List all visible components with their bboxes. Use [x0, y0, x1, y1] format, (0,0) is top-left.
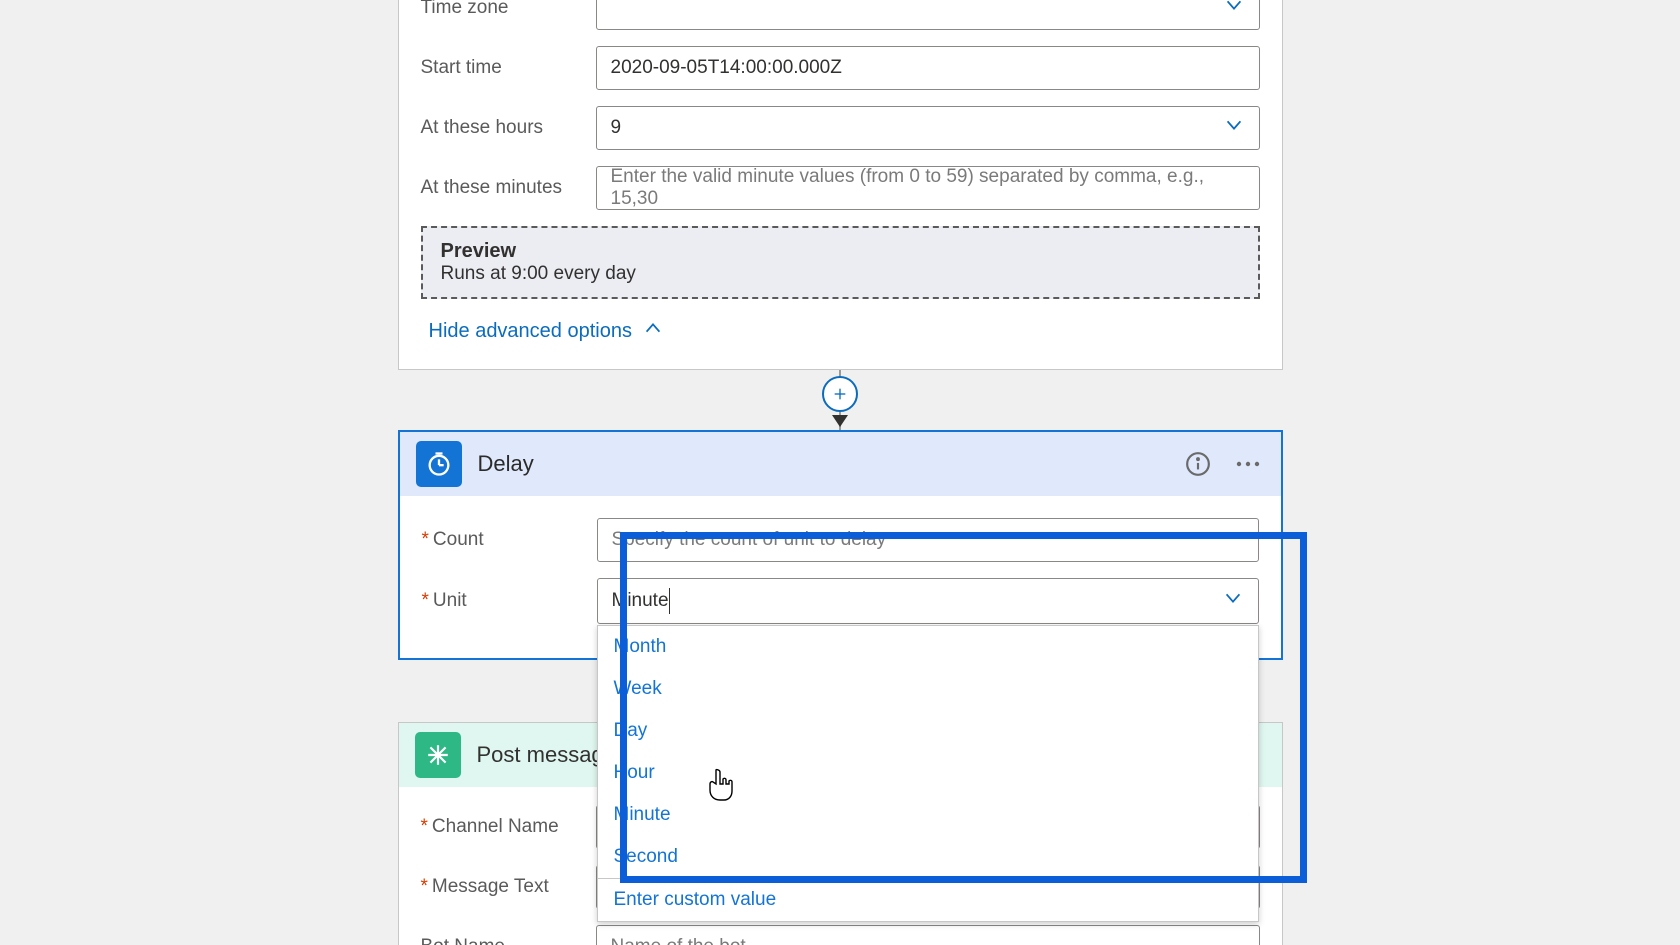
unit-label: Unit	[422, 590, 597, 612]
botname-label: Bot Name	[421, 936, 596, 945]
arrow-down-icon	[828, 413, 852, 434]
add-step-button[interactable]	[822, 376, 858, 412]
hide-advanced-link[interactable]: Hide advanced options	[399, 299, 1282, 345]
chevron-down-icon	[1223, 114, 1245, 142]
starttime-label: Start time	[421, 57, 596, 79]
minutes-placeholder: Enter the valid minute values (from 0 to…	[611, 166, 1245, 210]
flow-connector	[398, 370, 1283, 430]
info-button[interactable]	[1181, 447, 1215, 481]
starttime-input[interactable]: 2020-09-05T14:00:00.000Z	[596, 46, 1260, 90]
more-menu-button[interactable]	[1231, 447, 1265, 481]
unit-option-hour[interactable]: Hour	[598, 752, 1258, 794]
hide-advanced-label: Hide advanced options	[429, 320, 632, 343]
botname-placeholder: Name of the bot.	[611, 936, 751, 945]
unit-value: Minute	[612, 590, 669, 612]
minutes-input[interactable]: Enter the valid minute values (from 0 to…	[596, 166, 1260, 210]
unit-option-second[interactable]: Second	[598, 836, 1258, 878]
preview-box: Preview Runs at 9:00 every day	[421, 226, 1260, 299]
delay-icon	[416, 441, 462, 487]
count-placeholder: Specify the count of unit to delay	[612, 529, 887, 551]
cursor-pointer-icon	[706, 768, 734, 802]
chevron-down-icon	[1222, 587, 1244, 615]
count-input[interactable]: Specify the count of unit to delay	[597, 518, 1259, 562]
unit-option-week[interactable]: Week	[598, 668, 1258, 710]
chevron-down-icon	[1223, 0, 1245, 22]
delay-card: Delay Count Specify the count of unit to…	[398, 430, 1283, 660]
chevron-up-icon	[642, 317, 664, 345]
unit-option-day[interactable]: Day	[598, 710, 1258, 752]
count-label: Count	[422, 529, 597, 551]
timezone-label: Time zone	[421, 0, 596, 19]
channel-label: Channel Name	[421, 816, 596, 838]
unit-select[interactable]: Minute	[597, 578, 1259, 624]
botname-input[interactable]: Name of the bot.	[596, 925, 1260, 945]
minutes-label: At these minutes	[421, 177, 596, 199]
hours-value: 9	[611, 117, 622, 139]
unit-option-minute[interactable]: Minute	[598, 794, 1258, 836]
preview-title: Preview	[441, 240, 1240, 263]
timezone-select[interactable]	[596, 0, 1260, 30]
starttime-value: 2020-09-05T14:00:00.000Z	[611, 57, 842, 79]
slack-icon	[415, 732, 461, 778]
message-label: Message Text	[421, 876, 596, 898]
hours-label: At these hours	[421, 117, 596, 139]
preview-text: Runs at 9:00 every day	[441, 263, 1240, 285]
unit-option-month[interactable]: Month	[598, 626, 1258, 668]
unit-dropdown: Month Week Day Hour Minute Second Enter …	[597, 625, 1259, 922]
delay-title: Delay	[478, 451, 1165, 477]
unit-option-custom[interactable]: Enter custom value	[598, 879, 1258, 921]
hours-select[interactable]: 9	[596, 106, 1260, 150]
